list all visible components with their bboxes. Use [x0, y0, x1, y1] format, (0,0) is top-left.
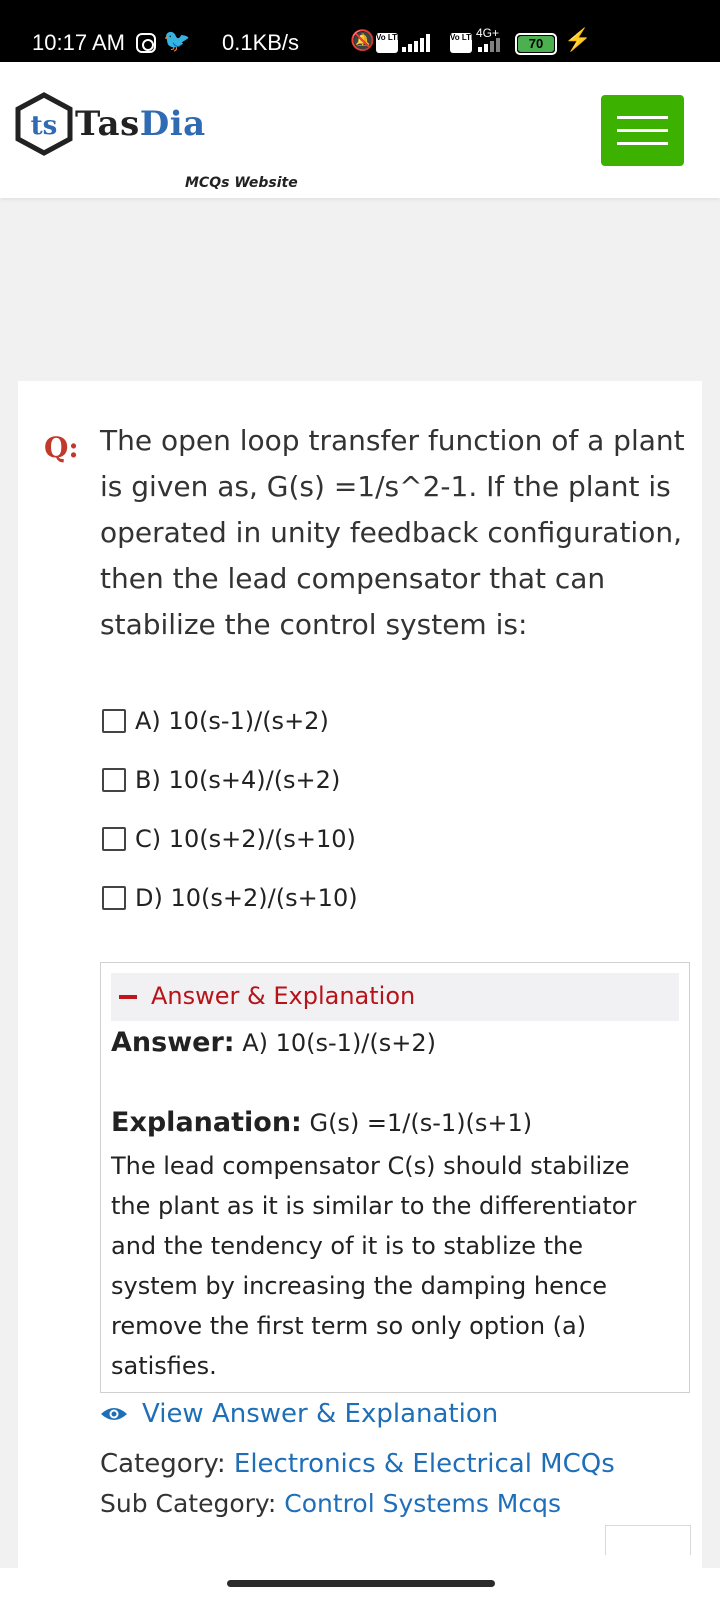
battery-level: 70: [518, 36, 554, 52]
signal-icon: [402, 34, 430, 52]
status-bar: 10:17 AM 🐦 0.1KB/s 🔕 Vo LTE Vo LTE 4G+ 7…: [0, 0, 720, 62]
logo-name-prefix: Tas: [75, 104, 140, 144]
option-b[interactable]: B) 10(s+4)/(s+2): [102, 762, 340, 798]
navigation-bar: [0, 1568, 720, 1600]
view-answer-link[interactable]: View Answer & Explanation: [100, 1399, 498, 1429]
answer-value: A) 10(s-1)/(s+2): [234, 1029, 436, 1057]
option-checkbox[interactable]: [102, 886, 126, 910]
sub-category-label: Sub Category:: [100, 1489, 285, 1518]
signal-icon-2: [478, 34, 500, 52]
twitter-icon: 🐦: [163, 28, 191, 53]
option-checkbox[interactable]: [102, 709, 126, 733]
option-label: A) 10(s-1)/(s+2): [135, 707, 329, 735]
option-label: D) 10(s+2)/(s+10): [135, 884, 358, 912]
battery-icon: 70: [515, 33, 557, 55]
answer-toggle[interactable]: Answer & Explanation: [111, 973, 679, 1021]
option-checkbox[interactable]: [102, 827, 126, 851]
eye-icon: [101, 1408, 127, 1420]
home-gesture-handle[interactable]: [227, 1580, 495, 1587]
explanation-value: G(s) =1/(s-1)(s+1): [301, 1109, 533, 1137]
sub-category-line: Sub Category: Control Systems Mcqs: [100, 1489, 561, 1518]
logo-badge: ts: [31, 111, 58, 141]
category-line: Category: Electronics & Electrical MCQs: [100, 1449, 615, 1479]
minus-icon[interactable]: [119, 995, 137, 999]
answer-label: Answer:: [111, 1027, 235, 1058]
status-time: 10:17 AM: [32, 30, 125, 55]
category-label: Category:: [100, 1449, 234, 1479]
option-label: B) 10(s+4)/(s+2): [135, 766, 341, 794]
next-card-edge: [605, 1525, 691, 1555]
explanation-line: Explanation: G(s) =1/(s-1)(s+1): [111, 1107, 532, 1138]
option-label: C) 10(s+2)/(s+10): [135, 825, 356, 853]
explanation-label: Explanation:: [111, 1107, 302, 1138]
option-checkbox[interactable]: [102, 768, 126, 792]
instagram-icon: [136, 33, 156, 53]
category-link[interactable]: Electronics & Electrical MCQs: [234, 1449, 615, 1479]
answer-line: Answer: A) 10(s-1)/(s+2): [111, 1027, 436, 1058]
menu-line-icon: [617, 129, 668, 132]
menu-line-icon: [617, 142, 668, 145]
sub-category-link[interactable]: Control Systems Mcqs: [284, 1489, 561, 1518]
question-label: Q:: [44, 431, 79, 464]
explanation-body: The lead compensator C(s) should stabili…: [111, 1152, 637, 1380]
logo-name-suffix: Dia: [139, 104, 206, 144]
mute-icon: 🔕: [350, 30, 375, 52]
site-header: ts TasDia MCQs Website: [0, 62, 720, 198]
volte-icon: Vo LTE: [376, 33, 402, 53]
network-speed: 0.1KB/s: [222, 30, 300, 55]
question-card: Q: The open loop transfer function of a …: [18, 381, 702, 1600]
option-d[interactable]: D) 10(s+2)/(s+10): [102, 880, 358, 916]
logo-tagline: MCQs Website: [185, 175, 298, 191]
answer-header-label[interactable]: Answer & Explanation: [151, 982, 415, 1010]
option-a[interactable]: A) 10(s-1)/(s+2): [102, 703, 329, 739]
question-text: The open loop transfer function of a pla…: [100, 424, 685, 641]
menu-line-icon: [617, 116, 668, 119]
logo-hexagon-icon: ts: [15, 92, 73, 156]
charging-icon: ⚡: [564, 27, 592, 52]
volte-icon-2: Vo LTE: [450, 33, 476, 53]
logo-name: TasDia: [75, 104, 206, 144]
option-c[interactable]: C) 10(s+2)/(s+10): [102, 821, 356, 857]
answer-panel: Answer & Explanation Answer: A) 10(s-1)/…: [100, 962, 690, 1393]
view-answer-label[interactable]: View Answer & Explanation: [142, 1399, 498, 1429]
hamburger-menu-button[interactable]: [601, 95, 684, 166]
